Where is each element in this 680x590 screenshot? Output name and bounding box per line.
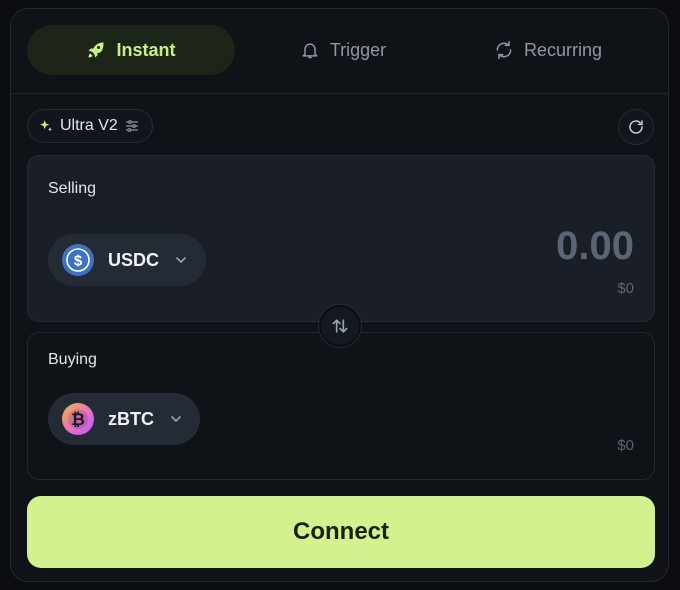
- tab-trigger[interactable]: Trigger: [283, 25, 403, 75]
- tab-recurring-label: Recurring: [523, 39, 603, 60]
- swap-arrows-icon: [332, 319, 348, 333]
- selling-amount-input[interactable]: 0.00: [556, 224, 634, 269]
- mode-tabs: Instant Trigger Recurring: [11, 9, 668, 93]
- tabs-divider: [11, 93, 668, 94]
- buying-label: Buying: [48, 351, 97, 368]
- chevron-down-icon: [176, 257, 186, 264]
- tab-instant-label: Instant: [116, 39, 176, 60]
- rocket-icon: [88, 42, 104, 58]
- buying-token-selector[interactable]: ₿ zBTC: [48, 393, 200, 445]
- svg-text:₿: ₿: [71, 410, 85, 429]
- selling-label: Selling: [48, 180, 97, 197]
- buying-token-symbol: zBTC: [108, 408, 154, 429]
- swap-direction-button[interactable]: [319, 305, 361, 347]
- buying-usd-value: $0: [617, 437, 634, 454]
- selling-token-selector[interactable]: $ USDC: [48, 234, 206, 286]
- refresh-icon: [629, 120, 643, 134]
- tab-trigger-label: Trigger: [329, 39, 387, 60]
- ultra-mode-button[interactable]: Ultra V2: [27, 109, 153, 143]
- svg-text:$: $: [74, 253, 83, 270]
- chevron-down-icon: [171, 416, 181, 423]
- sparkle-icon: [40, 120, 52, 132]
- swap-panel: Instant Trigger Recurring Ultra V2 Selli…: [10, 8, 669, 582]
- repeat-icon: [496, 40, 512, 60]
- selling-token-symbol: USDC: [108, 249, 160, 270]
- ultra-mode-label: Ultra V2: [60, 117, 118, 134]
- refresh-button[interactable]: [618, 109, 654, 145]
- usdc-icon: $: [62, 244, 94, 276]
- tab-recurring[interactable]: Recurring: [483, 25, 613, 75]
- buying-section: Buying ₿ zBTC $0: [27, 332, 655, 480]
- connect-button[interactable]: Connect: [27, 496, 655, 568]
- tab-instant[interactable]: Instant: [27, 25, 235, 75]
- selling-usd-value: $0: [617, 280, 634, 297]
- bell-icon: [302, 43, 318, 59]
- sliders-icon[interactable]: [124, 118, 140, 134]
- bitcoin-icon: ₿: [62, 403, 94, 435]
- selling-section: Selling $ USDC 0.00 $0: [27, 155, 655, 322]
